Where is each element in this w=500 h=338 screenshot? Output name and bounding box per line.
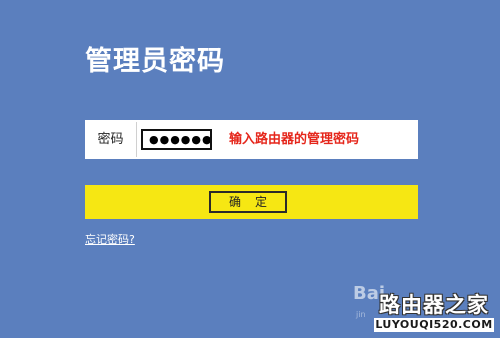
- confirm-button-label: 确定: [209, 191, 287, 213]
- baidu-watermark-sub: jin: [356, 310, 366, 319]
- forgot-password-link[interactable]: 忘记密码?: [85, 231, 135, 247]
- page-title: 管理员密码: [85, 46, 225, 77]
- site-logo-text: 路由器之家: [379, 293, 489, 317]
- site-logo-watermark: 路由器之家 LUYOUQI520.COM: [374, 293, 494, 332]
- password-label: 密码: [97, 132, 124, 147]
- login-page: 管理员密码 密码 ●●●●●● 输入路由器的管理密码 确定 忘记密码? Bai …: [0, 0, 500, 338]
- password-hint: 输入路由器的管理密码: [229, 132, 360, 147]
- password-input[interactable]: ●●●●●●: [141, 129, 212, 150]
- site-logo-url: LUYOUQI520.COM: [374, 318, 494, 332]
- password-divider: [136, 122, 137, 157]
- confirm-button[interactable]: 确定: [85, 185, 418, 219]
- password-row: 密码 ●●●●●● 输入路由器的管理密码: [85, 120, 418, 159]
